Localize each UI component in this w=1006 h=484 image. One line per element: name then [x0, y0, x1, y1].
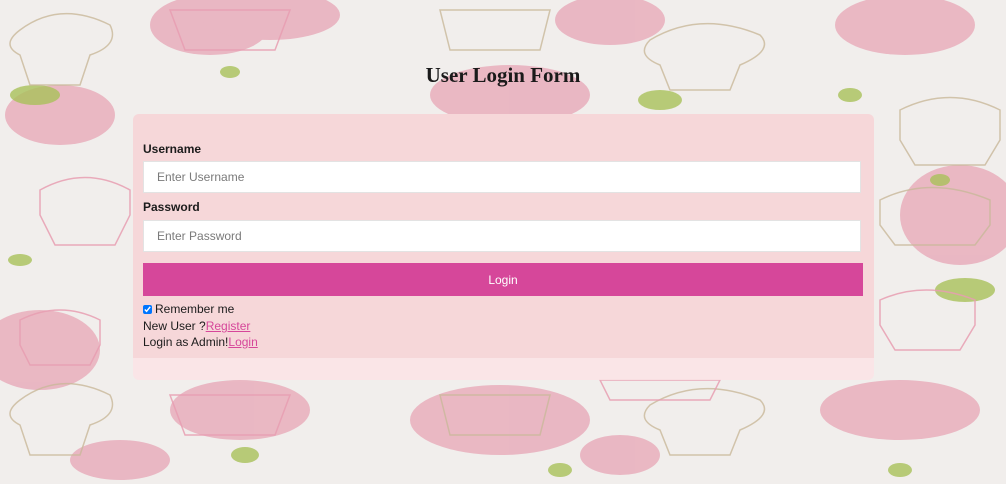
remember-me-label: Remember me	[155, 302, 235, 316]
login-button[interactable]: Login	[143, 263, 863, 296]
username-input[interactable]	[143, 161, 861, 193]
remember-me-row: Remember me	[143, 302, 234, 316]
admin-login-line: Login as Admin!Login	[143, 335, 258, 349]
remember-me-checkbox[interactable]	[143, 304, 152, 314]
password-input[interactable]	[143, 220, 861, 252]
login-form-panel: Username Password Login Remember me New …	[133, 114, 874, 358]
admin-login-link[interactable]: Login	[228, 335, 257, 349]
new-user-line: New User ?Register	[143, 319, 250, 333]
register-link[interactable]: Register	[206, 319, 251, 333]
password-label: Password	[143, 200, 200, 214]
login-form: Username Password Login Remember me New …	[133, 114, 874, 380]
new-user-text: New User ?	[143, 319, 206, 333]
page-title: User Login Form	[425, 63, 581, 87]
admin-text: Login as Admin!	[143, 335, 229, 349]
username-label: Username	[143, 142, 202, 156]
